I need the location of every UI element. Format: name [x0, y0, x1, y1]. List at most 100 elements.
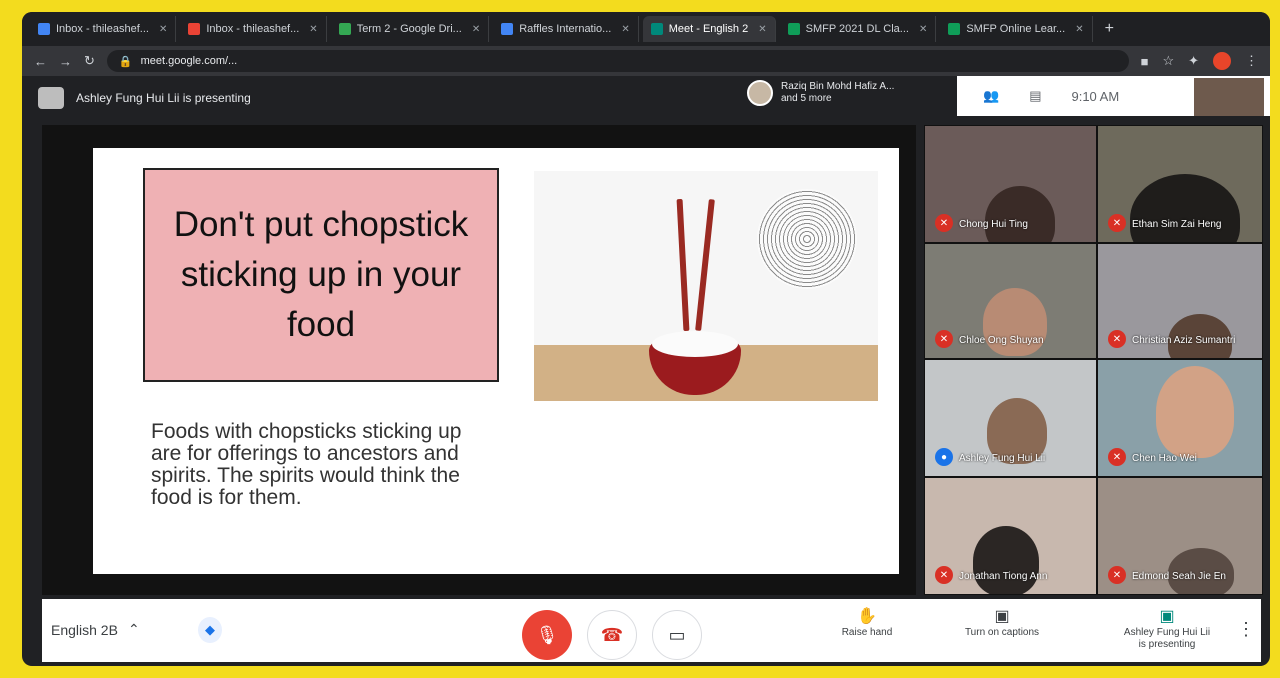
raise-hand-button[interactable]: ✋ Raise hand: [832, 608, 902, 639]
tab-label: Meet - English 2: [668, 23, 749, 35]
phone-hangup-icon: ☎: [600, 624, 624, 645]
participant-video: [1130, 174, 1240, 242]
close-icon[interactable]: ✕: [472, 24, 480, 35]
lock-icon: 🔒: [118, 55, 133, 68]
participant-tile[interactable]: ✕ Jonathan Tiong Ann: [924, 477, 1097, 595]
back-icon[interactable]: ←: [34, 54, 47, 69]
presentation-stage: Don't put chopstick sticking up in your …: [42, 125, 916, 595]
chopstick: [695, 199, 715, 331]
presenting-label: Ashley Fung Hui Lii is presenting: [76, 91, 251, 105]
participant-tile[interactable]: ✕ Edmond Seah Jie En: [1097, 477, 1263, 595]
chopstick: [676, 198, 690, 332]
tab-label: Term 2 - Google Dri...: [356, 23, 462, 35]
captions-button[interactable]: ▣ Turn on captions: [952, 609, 1052, 639]
close-icon[interactable]: ✕: [621, 24, 629, 35]
more-options-icon[interactable]: ⋮: [1237, 619, 1255, 640]
participant-name: Ethan Sim Zai Heng: [1132, 219, 1222, 230]
raise-hand-label: Raise hand: [841, 627, 893, 638]
presenting-button[interactable]: ▣ Ashley Fung Hui Lii is presenting: [1112, 608, 1222, 651]
rice: [652, 331, 738, 357]
meet-icon: [650, 23, 663, 35]
people-summary[interactable]: Raziq Bin Mohd Hafiz A... and 5 more: [747, 80, 894, 106]
star-icon[interactable]: ☆: [1162, 53, 1174, 69]
participant-name: Chong Hui Ting: [959, 219, 1028, 230]
mic-on-icon: ●: [935, 448, 953, 466]
reload-icon[interactable]: ↻: [84, 53, 95, 69]
tab-label: SMFP 2021 DL Cla...: [805, 23, 909, 35]
profile-avatar[interactable]: [1213, 52, 1231, 70]
mic-off-icon: ✕: [935, 566, 953, 584]
clock-time: 9:10 AM: [1071, 88, 1120, 104]
present-screen-icon: ▣: [1159, 608, 1175, 625]
close-icon[interactable]: ✕: [919, 24, 927, 35]
participant-name: Chloe Ong Shuyan: [959, 335, 1044, 346]
url-text: meet.google.com/...: [140, 55, 238, 67]
mic-off-icon: ✕: [1108, 566, 1126, 584]
people-icon[interactable]: 👥: [983, 88, 999, 104]
tab-smfp-online[interactable]: SMFP Online Lear... ✕: [940, 16, 1093, 42]
tab-label: Inbox - thileashef...: [206, 23, 300, 35]
tab-raffles[interactable]: Raffles Internatio... ✕: [493, 16, 639, 42]
meeting-details[interactable]: English 2B ⌃: [51, 621, 140, 638]
meet-control-bar: English 2B ⌃ ◆ 🎙 ☎ ▭ ✋ Raise hand ▣ Turn on…: [42, 599, 1261, 662]
close-icon[interactable]: ✕: [309, 24, 317, 35]
meeting-name: English 2B: [51, 621, 118, 638]
extensions-area: ■ ☆ ✦ ⋮: [1141, 52, 1258, 70]
participant-name: Chen Hao Wei: [1132, 453, 1197, 464]
hand-icon: ✋: [857, 608, 877, 625]
mic-off-button[interactable]: 🎙: [522, 610, 572, 660]
tab-label: Raffles Internatio...: [519, 23, 612, 35]
url-field[interactable]: 🔒 meet.google.com/...: [106, 50, 1129, 72]
participant-tile[interactable]: ✕ Chong Hui Ting: [924, 125, 1097, 243]
slide-heading-box: Don't put chopstick sticking up in your …: [143, 168, 499, 382]
classroom-icon: [948, 23, 961, 35]
camera-button[interactable]: ▭: [652, 610, 702, 660]
site-icon: [501, 23, 514, 35]
tab-bar: Inbox - thileashef... ✕ Inbox - thileashe…: [22, 12, 1270, 46]
browser-window: Inbox - thileashef... ✕ Inbox - thileashe…: [22, 12, 1270, 666]
participant-grid: ✕ Chong Hui Ting ✕ Ethan Sim Zai Heng ✕ Chl…: [924, 125, 1263, 595]
close-icon[interactable]: ✕: [159, 24, 167, 35]
close-icon[interactable]: ✕: [758, 24, 766, 35]
participant-tile[interactable]: ✕ Chloe Ong Shuyan: [924, 243, 1097, 359]
hang-up-button[interactable]: ☎: [587, 610, 637, 660]
tab-smfp-class[interactable]: SMFP 2021 DL Cla... ✕: [780, 16, 937, 42]
tab-inbox-2[interactable]: Inbox - thileashef... ✕: [180, 16, 327, 42]
drive-icon: [338, 23, 351, 35]
people-line-2: and 5 more: [781, 93, 832, 104]
participant-video: [973, 526, 1039, 594]
mic-off-icon: ✕: [1108, 214, 1126, 232]
presentation-icon: [38, 87, 64, 109]
participant-tile[interactable]: ✕ Christian Aziz Sumantri: [1097, 243, 1263, 359]
mic-off-icon: ✕: [1108, 448, 1126, 466]
gmail-icon: [188, 23, 201, 35]
slide-note: Foods with chopsticks sticking up are fo…: [151, 420, 462, 509]
menu-icon[interactable]: ⋮: [1245, 53, 1258, 69]
decorative-pattern: [757, 189, 857, 289]
participant-tile[interactable]: ✕ Chen Hao Wei: [1097, 359, 1263, 477]
mic-off-icon: ✕: [1108, 330, 1126, 348]
camera-icon[interactable]: ■: [1141, 54, 1149, 69]
new-tab-button[interactable]: +: [1097, 20, 1122, 38]
participant-tile[interactable]: ✕ Ethan Sim Zai Heng: [1097, 125, 1263, 243]
shield-icon[interactable]: ◆: [198, 617, 222, 643]
presenting-line-2: is presenting: [1138, 639, 1196, 650]
tab-label: SMFP Online Lear...: [966, 23, 1066, 35]
tab-inbox-1[interactable]: Inbox - thileashef... ✕: [30, 16, 177, 42]
slide: Don't put chopstick sticking up in your …: [93, 148, 899, 574]
forward-icon[interactable]: →: [59, 54, 72, 69]
participant-tile[interactable]: ● Ashley Fung Hui Lii: [924, 359, 1097, 477]
self-view-thumbnail[interactable]: [1194, 78, 1264, 116]
close-icon[interactable]: ✕: [1075, 24, 1083, 35]
address-bar-row: ← → ↻ 🔒 meet.google.com/... ■ ☆ ✦ ⋮: [22, 46, 1270, 76]
meet-top-bar: Ashley Fung Hui Lii is presenting Raziq …: [22, 76, 1270, 120]
mic-off-icon: ✕: [935, 214, 953, 232]
participant-name: Jonathan Tiong Ann: [959, 571, 1048, 582]
people-line-1: Raziq Bin Mohd Hafiz A...: [781, 81, 895, 92]
participant-name: Ashley Fung Hui Lii: [959, 453, 1046, 464]
video-camera-icon: ▭: [668, 624, 686, 645]
puzzle-icon[interactable]: ✦: [1188, 53, 1199, 69]
tab-drive[interactable]: Term 2 - Google Dri... ✕: [331, 16, 490, 42]
tab-meet[interactable]: Meet - English 2 ✕: [642, 16, 776, 42]
chat-icon[interactable]: ▤: [1029, 88, 1041, 104]
